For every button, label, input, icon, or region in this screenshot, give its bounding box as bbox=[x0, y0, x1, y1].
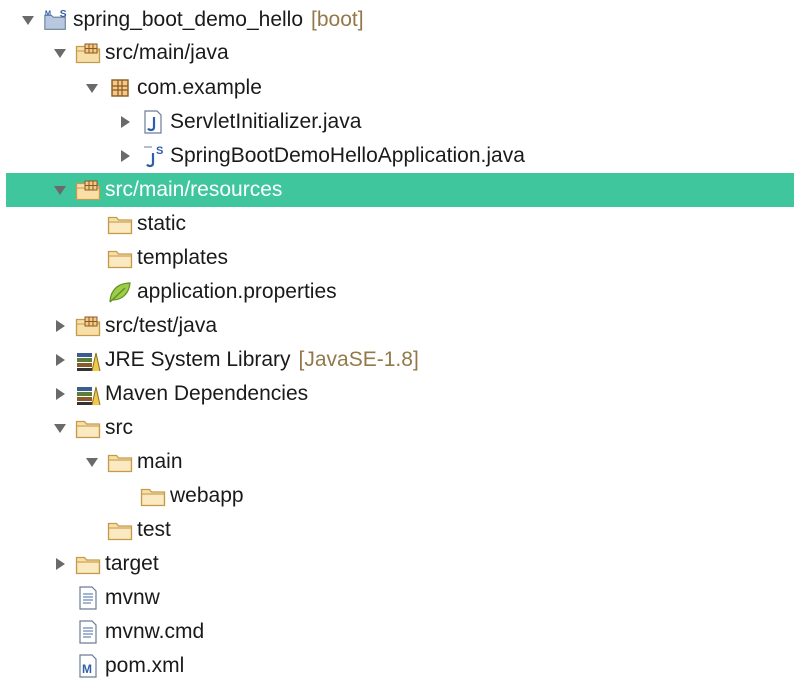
app-class-label: SpringBootDemoHelloApplication.java bbox=[170, 144, 525, 167]
tree-item-jre-library[interactable]: JRE System Library [JavaSE-1.8] bbox=[0, 343, 794, 377]
collapse-arrow-icon[interactable] bbox=[19, 11, 37, 29]
tree-item-test[interactable]: test bbox=[0, 513, 794, 547]
tree-item-application-properties[interactable]: application.properties bbox=[0, 275, 794, 309]
library-icon bbox=[75, 347, 101, 373]
folder-icon bbox=[107, 517, 133, 543]
folder-icon bbox=[107, 245, 133, 271]
tree-item-src[interactable]: src bbox=[0, 411, 794, 445]
collapse-arrow-icon[interactable] bbox=[51, 44, 69, 62]
java-file-icon bbox=[140, 109, 166, 135]
expand-arrow-icon[interactable] bbox=[51, 351, 69, 369]
folder-icon bbox=[107, 449, 133, 475]
tree-item-servlet-initializer[interactable]: ServletInitializer.java bbox=[0, 105, 794, 139]
mvnw-label: mvnw bbox=[105, 586, 160, 609]
collapse-arrow-icon[interactable] bbox=[51, 181, 69, 199]
tree-item-maven-dependencies[interactable]: Maven Dependencies bbox=[0, 377, 794, 411]
tree-item-mvnw-cmd[interactable]: mvnw.cmd bbox=[0, 615, 794, 649]
tree-item-src-main-java[interactable]: src/main/java bbox=[0, 36, 794, 70]
tree-item-mvnw[interactable]: mvnw bbox=[0, 581, 794, 615]
servlet-initializer-label: ServletInitializer.java bbox=[170, 110, 362, 133]
text-file-icon bbox=[75, 619, 101, 645]
jre-library-decoration: [JavaSE-1.8] bbox=[298, 348, 419, 371]
jre-library-label: JRE System Library bbox=[105, 348, 291, 371]
main-label: main bbox=[137, 450, 183, 473]
tree-item-src-test-java[interactable]: src/test/java bbox=[0, 309, 794, 343]
spring-java-file-icon bbox=[140, 143, 166, 169]
com-example-label: com.example bbox=[137, 76, 262, 99]
maven-spring-project-icon bbox=[43, 7, 69, 33]
package-icon bbox=[107, 75, 133, 101]
expand-arrow-icon[interactable] bbox=[116, 147, 134, 165]
tree-item-target[interactable]: target bbox=[0, 547, 794, 581]
tree-item-main[interactable]: main bbox=[0, 445, 794, 479]
mvnw-cmd-label: mvnw.cmd bbox=[105, 620, 205, 643]
tree-item-src-main-resources[interactable]: src/main/resources bbox=[0, 173, 794, 207]
source-folder-icon bbox=[75, 40, 101, 66]
expand-arrow-icon[interactable] bbox=[51, 317, 69, 335]
collapse-arrow-icon[interactable] bbox=[83, 453, 101, 471]
tree-item-com-example[interactable]: com.example bbox=[0, 71, 794, 105]
src-label: src bbox=[105, 416, 133, 439]
src-main-resources-label: src/main/resources bbox=[105, 178, 283, 201]
src-main-java-label: src/main/java bbox=[105, 41, 229, 64]
static-label: static bbox=[137, 212, 187, 235]
tree-item-static[interactable]: static bbox=[0, 207, 794, 241]
tree-item-pom[interactable]: pom.xml bbox=[0, 649, 794, 683]
tree-item-app-class[interactable]: SpringBootDemoHelloApplication.java bbox=[0, 139, 794, 173]
library-icon bbox=[75, 381, 101, 407]
source-folder-icon bbox=[75, 177, 101, 203]
text-file-icon bbox=[75, 585, 101, 611]
folder-icon bbox=[75, 551, 101, 577]
project-explorer-tree: spring_boot_demo_hello [boot] src/main/j… bbox=[0, 0, 794, 686]
folder-icon bbox=[75, 415, 101, 441]
test-label: test bbox=[137, 518, 171, 541]
pom-label: pom.xml bbox=[105, 654, 185, 677]
project-label: spring_boot_demo_hello bbox=[73, 8, 304, 31]
tree-item-webapp[interactable]: webapp bbox=[0, 479, 794, 513]
spring-leaf-icon bbox=[107, 279, 133, 305]
templates-label: templates bbox=[137, 246, 229, 269]
application-properties-label: application.properties bbox=[137, 280, 337, 303]
tree-item-project[interactable]: spring_boot_demo_hello [boot] bbox=[0, 3, 794, 37]
folder-icon bbox=[140, 483, 166, 509]
expand-arrow-icon[interactable] bbox=[51, 385, 69, 403]
maven-dependencies-label: Maven Dependencies bbox=[105, 382, 309, 405]
folder-icon bbox=[107, 211, 133, 237]
webapp-label: webapp bbox=[170, 484, 244, 507]
maven-pom-icon bbox=[75, 653, 101, 679]
project-decoration: [boot] bbox=[311, 8, 364, 31]
expand-arrow-icon[interactable] bbox=[116, 113, 134, 131]
target-label: target bbox=[105, 552, 159, 575]
tree-item-templates[interactable]: templates bbox=[0, 241, 794, 275]
expand-arrow-icon[interactable] bbox=[51, 555, 69, 573]
src-test-java-label: src/test/java bbox=[105, 314, 218, 337]
source-folder-icon bbox=[75, 313, 101, 339]
collapse-arrow-icon[interactable] bbox=[51, 419, 69, 437]
collapse-arrow-icon[interactable] bbox=[83, 79, 101, 97]
